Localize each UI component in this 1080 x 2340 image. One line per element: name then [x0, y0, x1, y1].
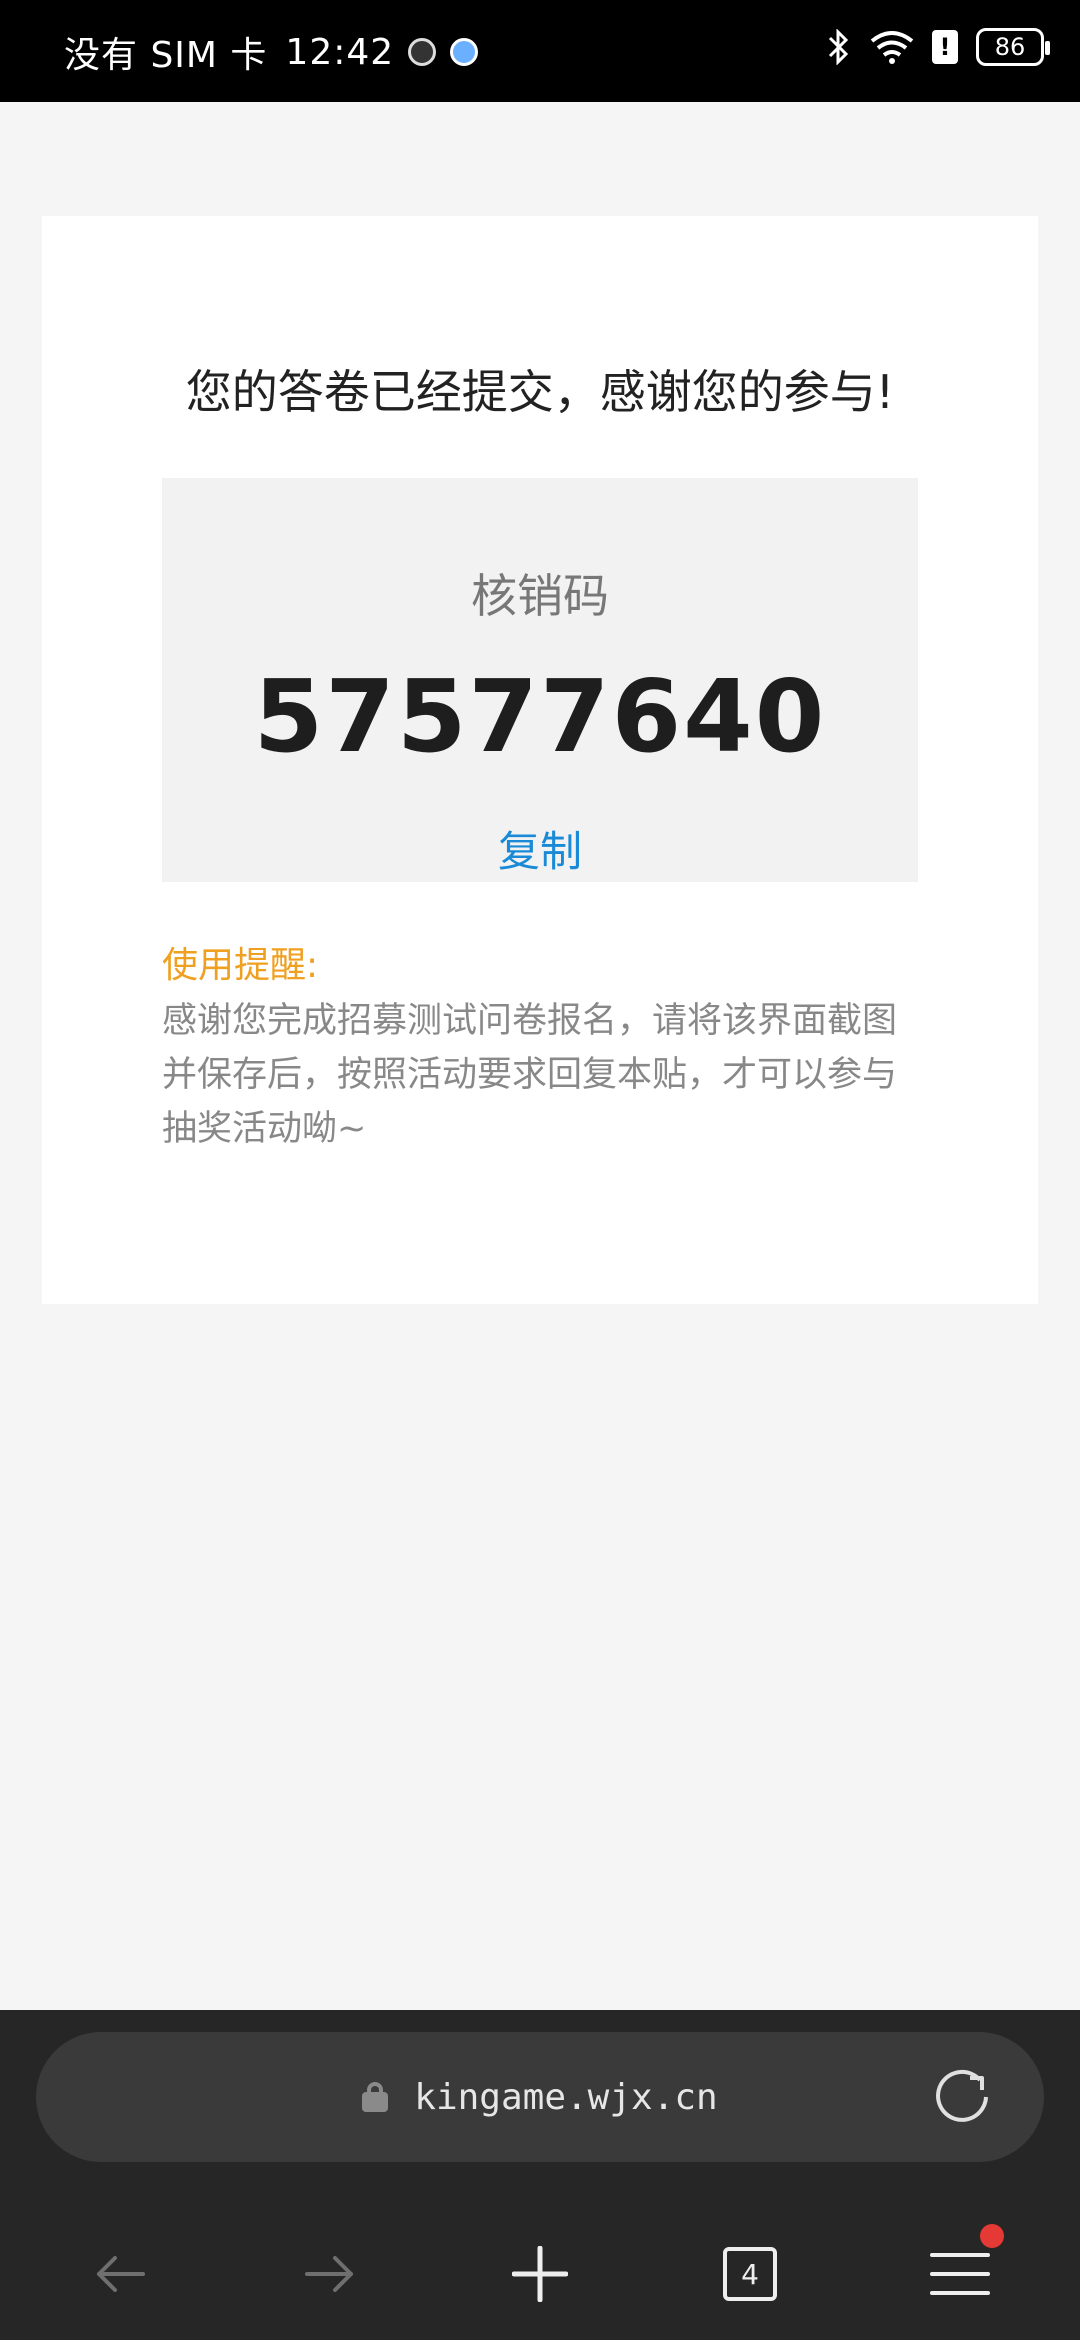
clock-text: 12:42: [285, 31, 395, 73]
tab-count: 4: [723, 2247, 777, 2301]
browser-toolbar: kingame.wjx.cn 4: [0, 2010, 1080, 2340]
reload-icon[interactable]: [932, 2066, 994, 2128]
url-text: kingame.wjx.cn: [414, 2076, 718, 2118]
code-label: 核销码: [471, 569, 609, 623]
status-right: ! 86: [826, 28, 1050, 66]
status-bar: 没有 SIM 卡 12:42 ! 86: [0, 0, 1080, 102]
copy-button[interactable]: 复制: [162, 818, 918, 879]
bottom-navigation: 4: [0, 2210, 1080, 2340]
menu-icon: [930, 2253, 990, 2295]
menu-button[interactable]: [910, 2224, 1010, 2324]
status-left: 没有 SIM 卡 12:42: [64, 26, 479, 78]
address-content: kingame.wjx.cn: [36, 2032, 1044, 2162]
lock-icon: [362, 2082, 389, 2112]
battery-level: 86: [994, 33, 1026, 61]
tip-text: 感谢您完成招募测试问卷报名，请将该界面截图并保存后，按照活动要求回复本贴，才可以…: [162, 1001, 898, 1149]
battery-icon: 86: [976, 28, 1050, 66]
forward-button[interactable]: [280, 2224, 380, 2324]
result-card: 您的答卷已经提交，感谢您的参与! 核销码 57577640 复制 使用提醒: 感…: [42, 216, 1038, 1304]
back-arrow-icon: [97, 2256, 145, 2292]
back-button[interactable]: [70, 2224, 170, 2324]
notification-app-icon-2: [450, 38, 479, 66]
address-bar[interactable]: kingame.wjx.cn: [36, 2032, 1044, 2162]
forward-arrow-icon: [305, 2256, 353, 2292]
thanks-message: 您的答卷已经提交，感谢您的参与!: [185, 365, 895, 419]
bluetooth-icon: [828, 29, 849, 65]
code-value: 57577640: [253, 658, 827, 775]
notification-dot: [980, 2224, 1004, 2248]
carrier-text: 没有 SIM 卡: [64, 35, 268, 76]
notification-app-icon: [408, 38, 437, 66]
plus-icon: [512, 2246, 568, 2302]
wifi-icon: [870, 31, 914, 64]
code-box: 核销码 57577640 复制: [162, 478, 918, 882]
new-tab-button[interactable]: [490, 2224, 590, 2324]
alert-icon: !: [932, 30, 958, 64]
tip-title: 使用提醒:: [162, 945, 319, 986]
tabs-button[interactable]: 4: [700, 2224, 800, 2324]
